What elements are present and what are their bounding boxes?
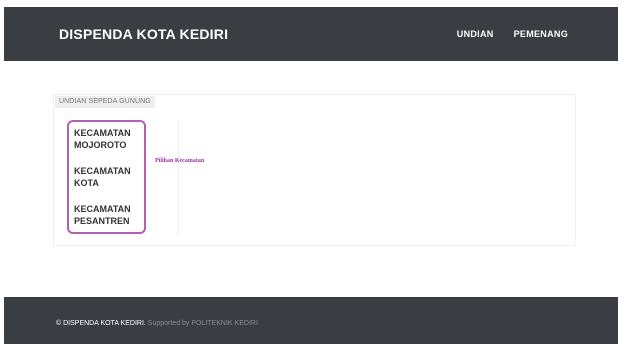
nav-link-undian[interactable]: UNDIAN: [457, 29, 494, 39]
district-selection-hint: Pilihan Kecamatan: [155, 158, 205, 164]
footer: © DISPENDA KOTA KEDIRI. Supported by POL…: [4, 297, 618, 344]
page: DISPENDA KOTA KEDIRI UNDIAN PEMENANG UND…: [0, 0, 622, 349]
district-item-line2: MOJOROTO: [74, 140, 127, 150]
district-item-line1: KECAMATAN: [74, 128, 131, 138]
footer-supported-by: Supported by POLITEKNIK KEDIRI: [147, 320, 258, 327]
district-item-line1: KECAMATAN: [74, 204, 131, 214]
footer-copyright: © DISPENDA KOTA KEDIRI.: [56, 320, 146, 327]
brand-link[interactable]: DISPENDA KOTA KEDIRI: [59, 7, 228, 61]
footer-text: © DISPENDA KOTA KEDIRI. Supported by POL…: [56, 297, 258, 344]
panel-title: UNDIAN SEPEDA GUNUNG: [55, 96, 155, 108]
district-item-line2: PESANTREN: [74, 216, 130, 226]
district-item-line2: KOTA: [74, 178, 99, 188]
district-list: KECAMATAN MOJOROTO KECAMATAN KOTA KECAMA…: [67, 120, 146, 234]
nav-link-pemenang[interactable]: PEMENANG: [514, 29, 568, 39]
district-item-mojoroto[interactable]: KECAMATAN MOJOROTO: [74, 127, 131, 151]
top-navbar: DISPENDA KOTA KEDIRI UNDIAN PEMENANG: [4, 7, 618, 61]
column-divider: [178, 119, 179, 236]
district-item-line1: KECAMATAN: [74, 166, 131, 176]
district-item-pesantren[interactable]: KECAMATAN PESANTREN: [74, 203, 131, 227]
district-item-kota[interactable]: KECAMATAN KOTA: [74, 165, 131, 189]
main-nav: UNDIAN PEMENANG: [457, 7, 568, 61]
lottery-panel: UNDIAN SEPEDA GUNUNG KECAMATAN MOJOROTO …: [53, 94, 576, 246]
